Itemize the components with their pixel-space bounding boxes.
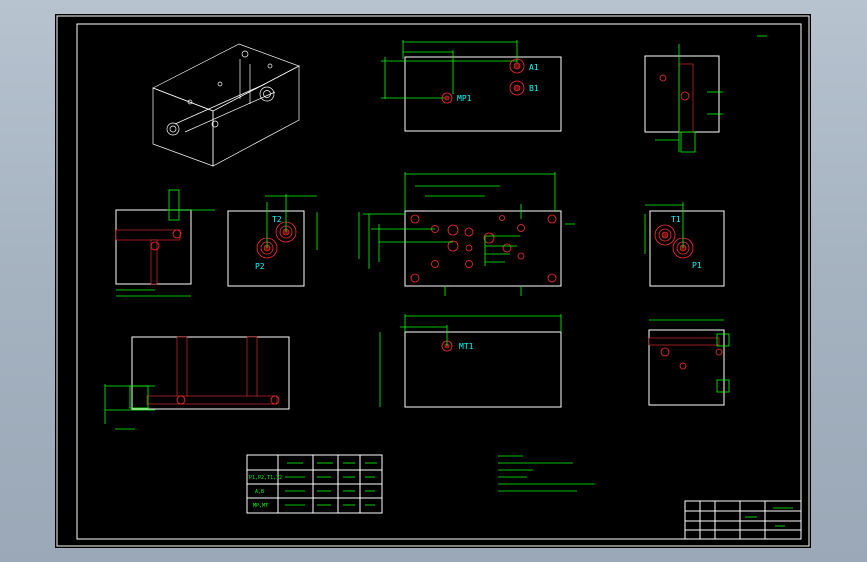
drawing-canvas: A1 B1 MP1 T2 P2 T1 P1 MT1 P1,P2,T1,T2 A,… [56, 15, 810, 547]
isometric-view [152, 43, 300, 167]
view-p2-t2: T2 P2 [227, 194, 318, 287]
table-row: A,B [255, 489, 264, 495]
top-view-a1-b1: A1 B1 MP1 [381, 40, 562, 132]
table-row: MP,MT [253, 503, 268, 509]
port-spec-table: P1,P2,T1,T2 A,B MP,MT [246, 454, 383, 514]
technical-notes [498, 455, 595, 492]
section-view-bottom-right [648, 319, 730, 406]
table-row: P1,P2,T1,T2 [249, 475, 282, 481]
section-view-top-right [644, 44, 723, 153]
port-label-a1: A1 [529, 63, 539, 72]
port-label-b1: B1 [529, 84, 539, 93]
port-label-t1: T1 [671, 215, 681, 224]
main-view [358, 172, 575, 296]
title-block [684, 500, 802, 540]
port-label-t2: T2 [272, 215, 282, 224]
port-label-mt1: MT1 [459, 342, 474, 351]
view-p1-t1: T1 P1 [644, 202, 725, 287]
port-label-p2: P2 [255, 262, 265, 271]
port-label-p1: P1 [692, 261, 702, 270]
view-mt1: MT1 [379, 314, 562, 408]
cad-viewport[interactable]: A1 B1 MP1 T2 P2 T1 P1 MT1 P1,P2,T1,T2 A,… [55, 14, 811, 548]
port-label-mp1: MP1 [457, 94, 472, 103]
section-view-left [115, 189, 215, 297]
outer-border [56, 15, 810, 547]
section-view-bottom-left [104, 336, 290, 430]
